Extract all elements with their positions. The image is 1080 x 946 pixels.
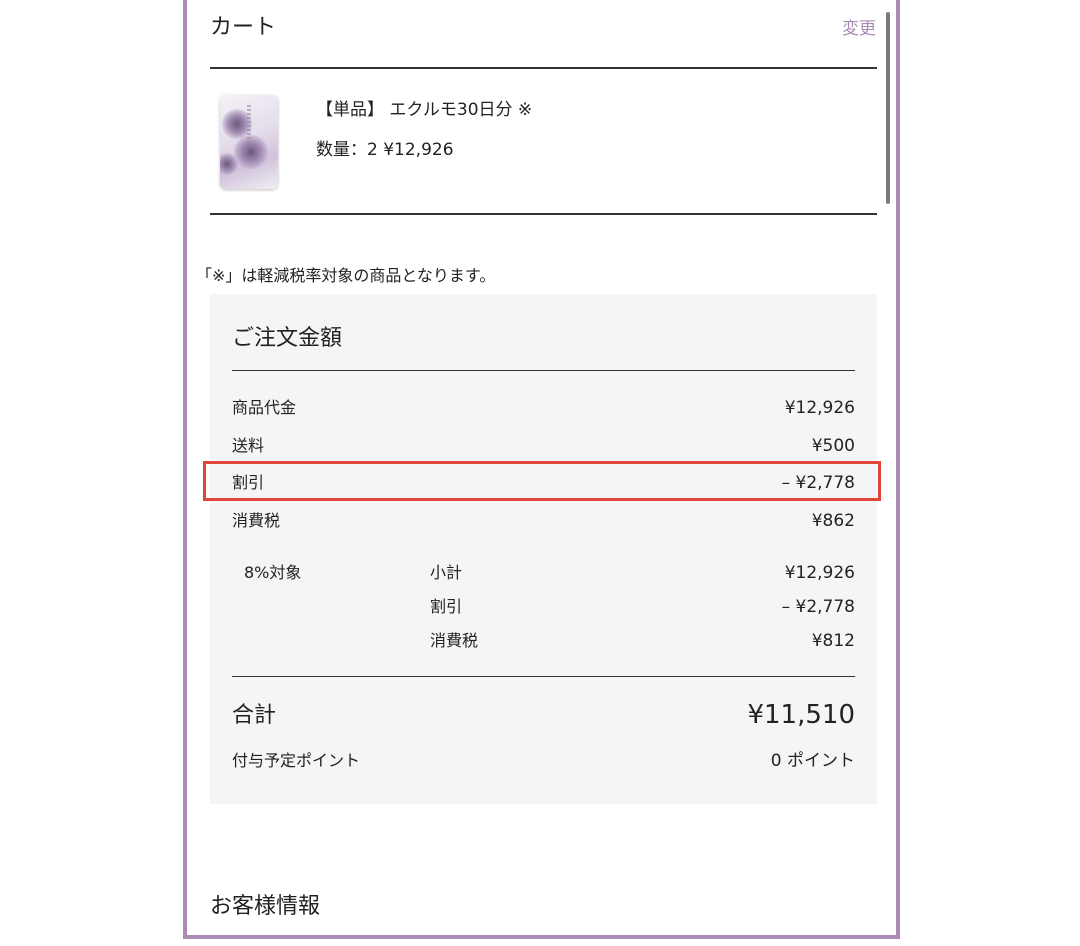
summary-title-divider (232, 370, 855, 371)
total-label: 合計 (232, 703, 277, 728)
tax-rate-group-label: 8%対象 (244, 563, 302, 582)
product-quantity-price: 数量：2 ¥12,926 (316, 140, 454, 160)
customer-info-title: お客様情報 (210, 894, 321, 919)
tax-group-tax-label: 消費税 (430, 631, 479, 650)
tax-group-subtotal-label: 小計 (430, 563, 463, 582)
product-name: 【単品】 エクルモ30日分 ※ (316, 100, 533, 120)
tax-group-tax-value: ¥812 (811, 631, 855, 651)
brand-logo-vertical (247, 105, 251, 143)
tax-group-discount-value: – ¥2,778 (781, 597, 855, 617)
flower-decoration (220, 153, 238, 175)
change-cart-link[interactable]: 変更 (842, 18, 876, 40)
total-value: ¥11,510 (747, 700, 855, 730)
reduced-tax-note: 「※」は軽減税率対象の商品となります。 (196, 266, 496, 285)
points-value: 0 ポイント (770, 751, 855, 771)
scrollbar[interactable] (886, 12, 890, 204)
tax-group-subtotal-value: ¥12,926 (784, 563, 855, 583)
subtotal-label: 商品代金 (232, 398, 297, 417)
discount-highlight-box (203, 461, 881, 501)
cart-bottom-divider (210, 213, 877, 215)
tax-label: 消費税 (232, 511, 281, 530)
product-thumbnail (220, 95, 278, 189)
cart-section-title: カート (210, 15, 277, 40)
total-divider (232, 676, 855, 677)
tax-group-discount-label: 割引 (430, 597, 463, 616)
subtotal-value: ¥12,926 (784, 398, 855, 418)
shipping-value: ¥500 (811, 436, 855, 456)
shipping-label: 送料 (232, 436, 265, 455)
points-label: 付与予定ポイント (232, 751, 361, 770)
tax-value: ¥862 (811, 511, 855, 531)
order-summary-title: ご注文金額 (232, 326, 343, 351)
cart-top-divider (210, 67, 877, 69)
flower-decoration (234, 135, 268, 169)
